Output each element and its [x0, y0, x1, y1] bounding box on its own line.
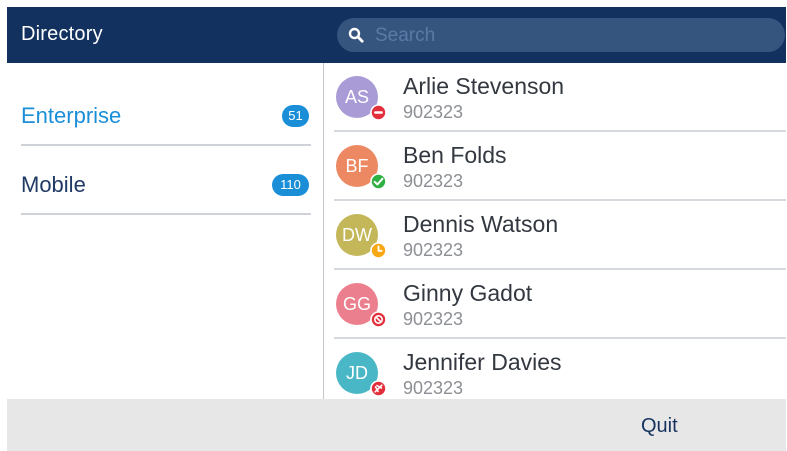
available-icon: [370, 173, 387, 190]
directory-screen: Directory Enterprise 51 Mobile 110 AS: [7, 7, 786, 451]
contact-number: 902323: [403, 240, 464, 260]
contact-row[interactable]: AS Arlie Stevenson 902323: [324, 63, 786, 132]
contact-number: 902323: [403, 102, 464, 122]
search-icon: [348, 27, 364, 43]
away-clock-icon: [370, 242, 387, 259]
count-badge: 110: [272, 174, 309, 196]
search-box[interactable]: [337, 18, 785, 52]
search-input[interactable]: [373, 22, 767, 50]
contact-name: Dennis Watson: [403, 211, 559, 237]
contact-list[interactable]: AS Arlie Stevenson 902323 BF Ben Folds 9…: [324, 63, 786, 399]
do-not-disturb-icon: [370, 104, 387, 121]
category-label: Enterprise: [21, 103, 122, 128]
contact-name: Arlie Stevenson: [403, 73, 565, 99]
contact-number: 902323: [403, 309, 464, 329]
category-panel: Enterprise 51 Mobile 110: [7, 63, 323, 399]
blocked-icon: [370, 311, 387, 328]
category-mobile[interactable]: Mobile 110: [21, 146, 311, 215]
contact-name: Jennifer Davies: [403, 349, 562, 375]
category-enterprise[interactable]: Enterprise 51: [21, 77, 311, 146]
page-title: Directory: [21, 23, 103, 45]
contact-number: 902323: [403, 378, 464, 398]
contact-row[interactable]: GG Ginny Gadot 902323: [324, 270, 786, 339]
contact-name: Ben Folds: [403, 142, 507, 168]
header-bar: Directory: [7, 7, 786, 63]
contact-row[interactable]: BF Ben Folds 902323: [324, 132, 786, 201]
out-of-office-plane-icon: [370, 380, 387, 397]
contact-row[interactable]: DW Dennis Watson 902323: [324, 201, 786, 270]
contact-name: Ginny Gadot: [403, 280, 533, 306]
category-label: Mobile: [21, 172, 86, 197]
quit-button[interactable]: Quit: [641, 413, 721, 439]
count-badge: 51: [282, 105, 309, 127]
softkey-bar: Quit: [7, 399, 786, 451]
contact-number: 902323: [403, 171, 464, 191]
contact-row[interactable]: JD Jennifer Davies 902323: [324, 339, 786, 399]
